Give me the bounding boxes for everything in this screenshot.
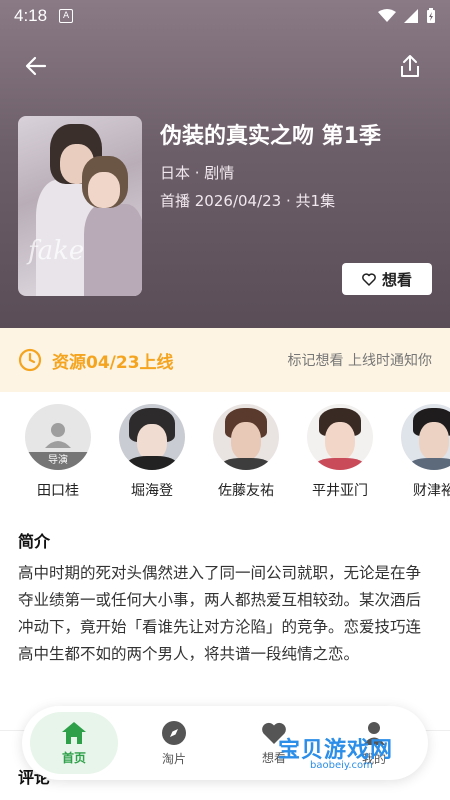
- avatar: [307, 404, 373, 470]
- cast-list[interactable]: 导演 田口桂 堀海登 佐藤友祐 平井亚门 财津裕: [0, 404, 450, 500]
- cast-item[interactable]: 财津裕: [399, 404, 450, 500]
- back-button[interactable]: [22, 52, 50, 80]
- cast-name: 堀海登: [131, 483, 173, 499]
- status-time: 4:18: [14, 6, 48, 25]
- share-button[interactable]: [396, 52, 424, 80]
- avatar: 导演: [25, 404, 91, 470]
- release-tip: 标记想看 上线时通知你: [287, 353, 432, 369]
- cast-name: 佐藤友祐: [218, 483, 274, 499]
- signal-icon: [404, 9, 418, 23]
- avatar: [213, 404, 279, 470]
- cast-item[interactable]: 导演 田口桂: [23, 404, 93, 500]
- tab-label: 首页: [61, 750, 86, 765]
- release-label: 资源04/23上线: [52, 352, 174, 373]
- hero-header: 4:18 A fake 伪装的真实之吻 第1季 日本 · 剧情 首播 2026/…: [0, 0, 450, 328]
- wifi-icon: [378, 9, 396, 22]
- arrow-left-icon: [25, 56, 47, 76]
- status-bar: 4:18 A: [0, 0, 450, 32]
- avatar: [119, 404, 185, 470]
- poster-title-art: fake: [28, 236, 85, 266]
- notification-icon: A: [59, 9, 74, 23]
- want-button-label: 想看: [381, 270, 412, 289]
- cast-item[interactable]: 堀海登: [117, 404, 187, 500]
- avatar: [401, 404, 450, 470]
- show-premiere: 首播 2026/04/23 · 共1集: [160, 192, 336, 210]
- poster-image[interactable]: fake: [18, 116, 142, 296]
- tab-label: 淘片: [161, 751, 186, 766]
- status-icons: [378, 8, 436, 24]
- show-meta: 日本 · 剧情: [160, 164, 235, 182]
- role-badge: 导演: [25, 452, 91, 470]
- release-banner[interactable]: 资源04/23上线 标记想看 上线时通知你: [0, 328, 450, 392]
- cast-name: 平井亚门: [312, 483, 368, 499]
- tab-home[interactable]: 首页: [30, 712, 118, 774]
- share-icon: [401, 55, 419, 77]
- cast-item[interactable]: 佐藤友祐: [211, 404, 281, 500]
- cast-item[interactable]: 平井亚门: [305, 404, 375, 500]
- show-title: 伪装的真实之吻 第1季: [160, 124, 381, 149]
- site-watermark: 宝贝游戏网 baobeiy.com: [274, 726, 424, 776]
- cast-name: 财津裕: [413, 483, 450, 499]
- cast-name: 田口桂: [37, 483, 79, 499]
- heart-outline-icon: [362, 272, 376, 286]
- clock-icon: [18, 348, 42, 372]
- tab-browse[interactable]: 淘片: [130, 712, 218, 774]
- battery-icon: [427, 8, 435, 23]
- home-icon: [62, 721, 86, 744]
- intro-title: 简介: [18, 532, 51, 551]
- want-to-watch-button[interactable]: 想看: [342, 263, 432, 295]
- compass-icon: [162, 720, 186, 745]
- watermark-url: baobeiy.com: [310, 760, 373, 771]
- intro-text: 高中时期的死对头偶然进入了同一间公司就职，无论是在争夺业绩第一或任何大小事，两人…: [18, 564, 422, 663]
